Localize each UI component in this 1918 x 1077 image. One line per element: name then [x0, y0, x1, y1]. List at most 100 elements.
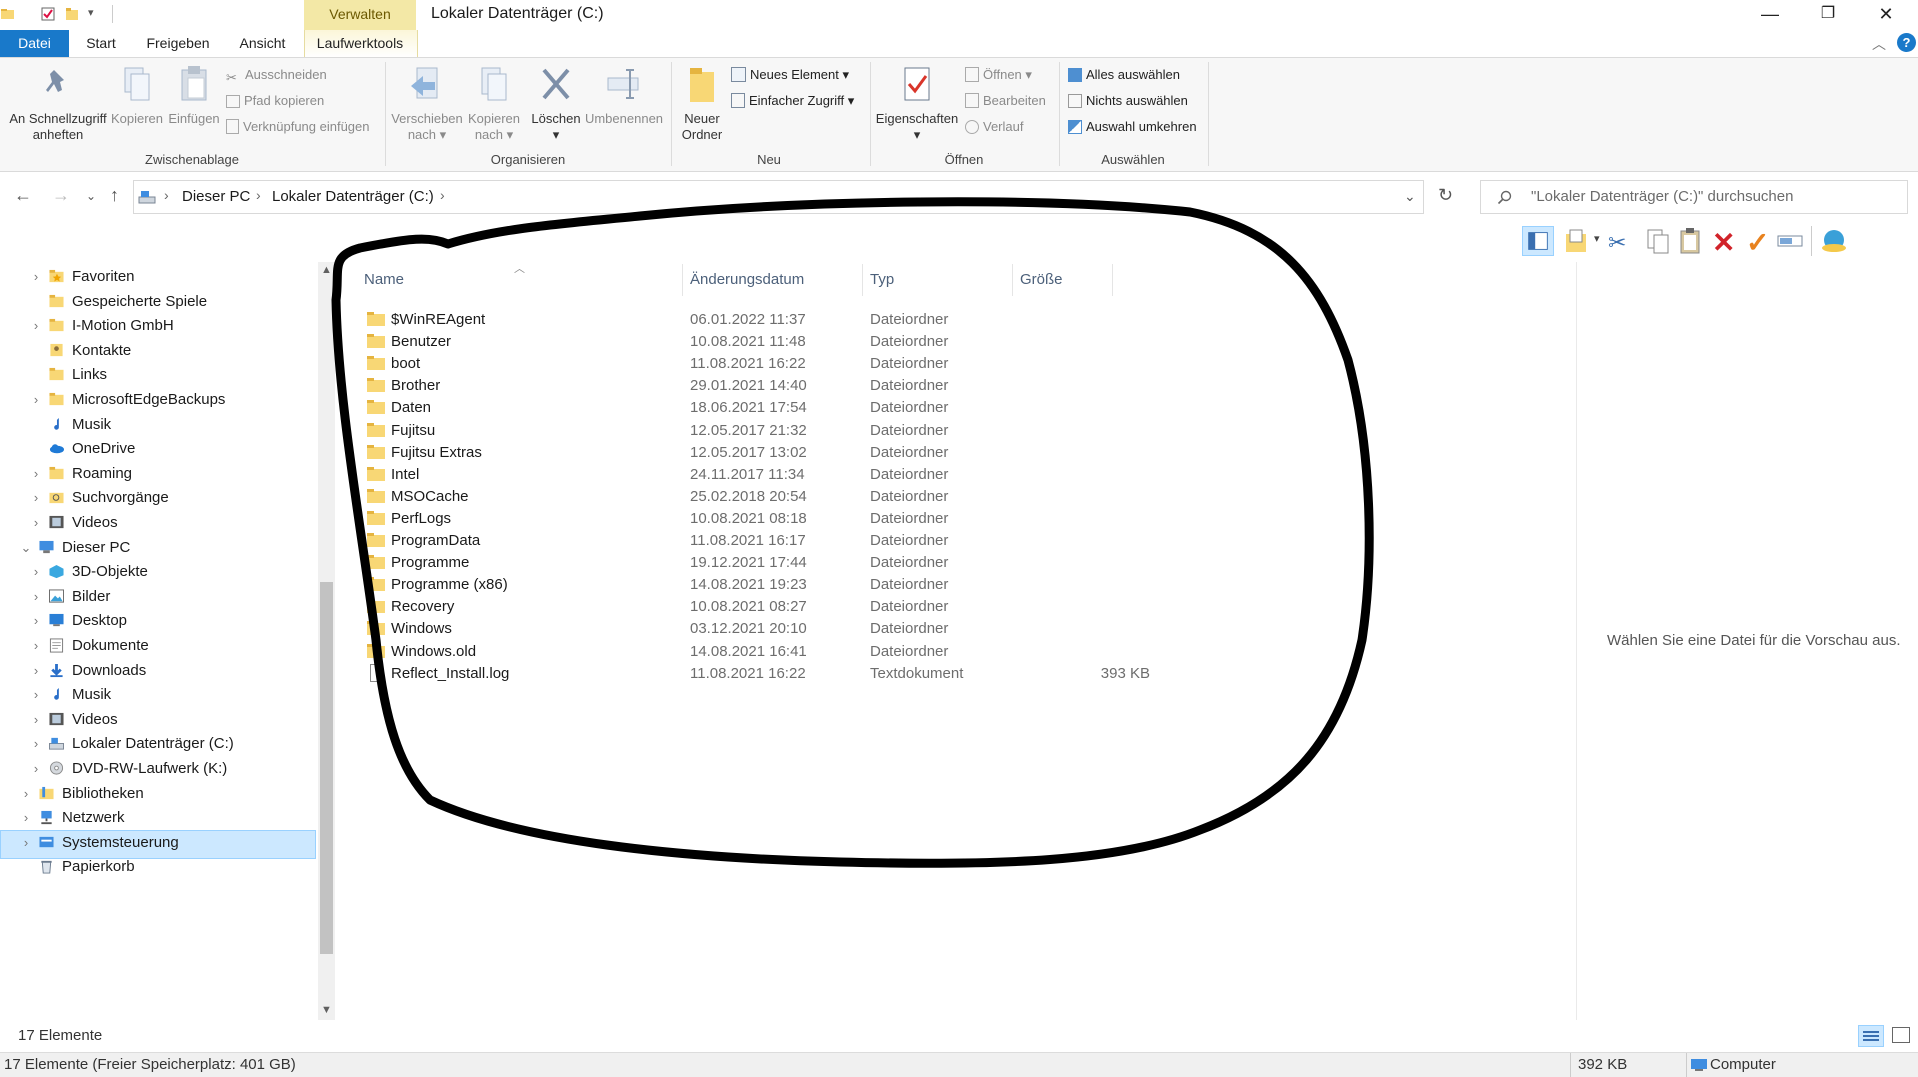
recent-locations-chevron-icon[interactable]: ⌄	[86, 189, 96, 203]
new-folder-button[interactable]: Neuer Ordner	[674, 62, 730, 143]
file-row[interactable]: Reflect_Install.log 11.08.2021 16:22 Textd…	[346, 660, 1576, 687]
layout-folder-icon[interactable]	[1562, 226, 1594, 256]
video-icon	[49, 515, 64, 529]
tab-datei[interactable]: Datei	[0, 30, 69, 57]
new-folder-icon	[690, 68, 714, 102]
custom-toolbar: ▾ ✂ ✕ ✓	[1510, 222, 1918, 260]
layout-dropdown-icon[interactable]: ▾	[1594, 232, 1600, 245]
tab-ansicht[interactable]: Ansicht	[225, 30, 300, 57]
copy-path-button[interactable]: Pfad kopieren	[226, 90, 324, 112]
rename-toolbar-icon[interactable]	[1774, 226, 1806, 256]
column-header-type[interactable]: Typ	[870, 264, 894, 296]
column-header-date[interactable]: Änderungsdatum	[690, 264, 804, 296]
network-globe-icon[interactable]	[1818, 226, 1850, 256]
dvd-icon	[49, 761, 64, 775]
new-item-button[interactable]: Neues Element ▾	[731, 64, 849, 86]
collapse-ribbon-icon[interactable]: ︿	[1872, 34, 1886, 54]
status-size: 392 KB	[1578, 1056, 1628, 1073]
copy-button[interactable]: Kopieren	[108, 62, 166, 127]
status-divider	[1686, 1053, 1687, 1077]
tab-start[interactable]: Start	[69, 30, 133, 57]
folder-icon	[367, 466, 385, 481]
paste-toolbar-icon[interactable]	[1674, 226, 1706, 256]
music-icon	[54, 417, 59, 430]
folder-icon	[49, 466, 64, 479]
properties-check-toolbar-icon[interactable]: ✓	[1746, 226, 1769, 259]
delete-button[interactable]: Löschen ▾	[528, 62, 584, 143]
preview-pane-icon[interactable]	[1522, 226, 1554, 256]
drive-address-icon	[138, 191, 156, 204]
column-header-name[interactable]: Name	[364, 264, 404, 296]
computer-icon	[1691, 1059, 1707, 1071]
details-view-icon[interactable]	[1858, 1025, 1884, 1047]
copy-to-icon	[481, 67, 507, 101]
paste-shortcut-button[interactable]: Verknüpfung einfügen	[226, 116, 370, 138]
column-header-size[interactable]: Größe	[1020, 264, 1063, 296]
invert-selection-label: Auswahl umkehren	[1086, 119, 1197, 134]
breadcrumb-separator-icon: ›	[440, 187, 445, 203]
chevron-right-icon[interactable]: ›	[28, 263, 44, 291]
invert-selection-button[interactable]: Auswahl umkehren	[1068, 116, 1197, 138]
large-icons-view-icon[interactable]	[1892, 1027, 1910, 1043]
easy-access-icon	[731, 93, 745, 108]
address-history-chevron-icon[interactable]: ⌄	[1404, 188, 1416, 205]
column-divider[interactable]	[1012, 264, 1013, 296]
restore-button[interactable]: ❐	[1800, 0, 1856, 30]
rename-button[interactable]: Umbenennen	[584, 62, 664, 127]
select-all-label: Alles auswählen	[1086, 67, 1180, 82]
folder-icon	[367, 533, 385, 547]
pin-quick-access-button[interactable]: An Schnellzugriff anheften	[6, 62, 110, 143]
title-bar: ▾ Verwalten Lokaler Datenträger (C:) — ❐…	[0, 0, 1918, 30]
new-folder-label-2: Ordner	[681, 127, 723, 142]
chevron-right-icon[interactable]: ›	[28, 312, 44, 340]
copy-toolbar-icon[interactable]	[1642, 226, 1674, 256]
cut-button[interactable]: ✂ Ausschneiden	[226, 64, 327, 86]
rename-label: Umbenennen	[584, 111, 664, 126]
chevron-right-icon[interactable]: ›	[28, 386, 44, 414]
select-none-button[interactable]: Nichts auswählen	[1068, 90, 1188, 112]
minimize-button[interactable]: —	[1742, 0, 1798, 30]
properties-qat-icon[interactable]	[40, 6, 56, 22]
scroll-up-icon[interactable]: ▲	[321, 264, 332, 276]
search-box[interactable]: "Lokaler Datenträger (C:)" durchsuchen	[1480, 180, 1908, 214]
cut-toolbar-icon[interactable]: ✂	[1608, 230, 1626, 256]
new-folder-qat-icon[interactable]	[64, 6, 80, 22]
close-button[interactable]: ✕	[1858, 0, 1914, 30]
chevron-right-icon[interactable]: ›	[18, 829, 34, 857]
select-all-icon	[1068, 68, 1082, 82]
move-to-label-2: nach ▾	[407, 127, 447, 142]
refresh-icon[interactable]: ↻	[1438, 185, 1453, 206]
up-arrow-icon[interactable]: ↑	[110, 185, 119, 206]
column-divider[interactable]	[862, 264, 863, 296]
nav-scrollbar[interactable]: ▲ ▼	[318, 262, 335, 1020]
delete-toolbar-icon[interactable]: ✕	[1712, 226, 1735, 259]
column-divider[interactable]	[682, 264, 683, 296]
breadcrumb-lokaler-datentraeger[interactable]: Lokaler Datenträger (C:)	[272, 188, 434, 205]
easy-access-button[interactable]: Einfacher Zugriff ▾	[731, 90, 854, 112]
breadcrumb-dieser-pc[interactable]: Dieser PC	[182, 188, 250, 205]
select-all-button[interactable]: Alles auswählen	[1068, 64, 1180, 86]
properties-button[interactable]: Eigenschaften ▾	[874, 62, 960, 143]
help-icon[interactable]: ?	[1897, 33, 1916, 52]
column-divider[interactable]	[1112, 264, 1113, 296]
paste-button[interactable]: Einfügen	[166, 62, 222, 127]
open-button[interactable]: Öffnen ▾	[965, 64, 1032, 86]
history-button[interactable]: Verlauf	[965, 116, 1023, 138]
nav-item-label: Papierkorb	[62, 858, 135, 876]
folder-icon	[49, 319, 64, 332]
nav-scrollbar-thumb[interactable]	[320, 582, 333, 954]
copy-to-button[interactable]: Kopieren nach ▾	[464, 62, 524, 143]
scroll-down-icon[interactable]: ▼	[321, 1004, 332, 1016]
properties-icon	[904, 67, 930, 101]
customize-qat-dropdown-icon[interactable]: ▾	[88, 6, 94, 19]
tab-freigeben[interactable]: Freigeben	[135, 30, 221, 57]
back-arrow-icon[interactable]: ←	[14, 185, 32, 206]
copy-to-label-1: Kopieren	[467, 111, 521, 126]
folder-icon	[367, 621, 385, 636]
select-none-label: Nichts auswählen	[1086, 93, 1188, 108]
forward-arrow-icon[interactable]: →	[52, 185, 70, 206]
address-bar[interactable]: › Dieser PC › Lokaler Datenträger (C:) ›…	[133, 180, 1424, 214]
tab-laufwerktools[interactable]: Laufwerktools	[304, 30, 416, 57]
edit-button[interactable]: Bearbeiten	[965, 90, 1046, 112]
move-to-button[interactable]: Verschieben nach ▾	[390, 62, 464, 143]
